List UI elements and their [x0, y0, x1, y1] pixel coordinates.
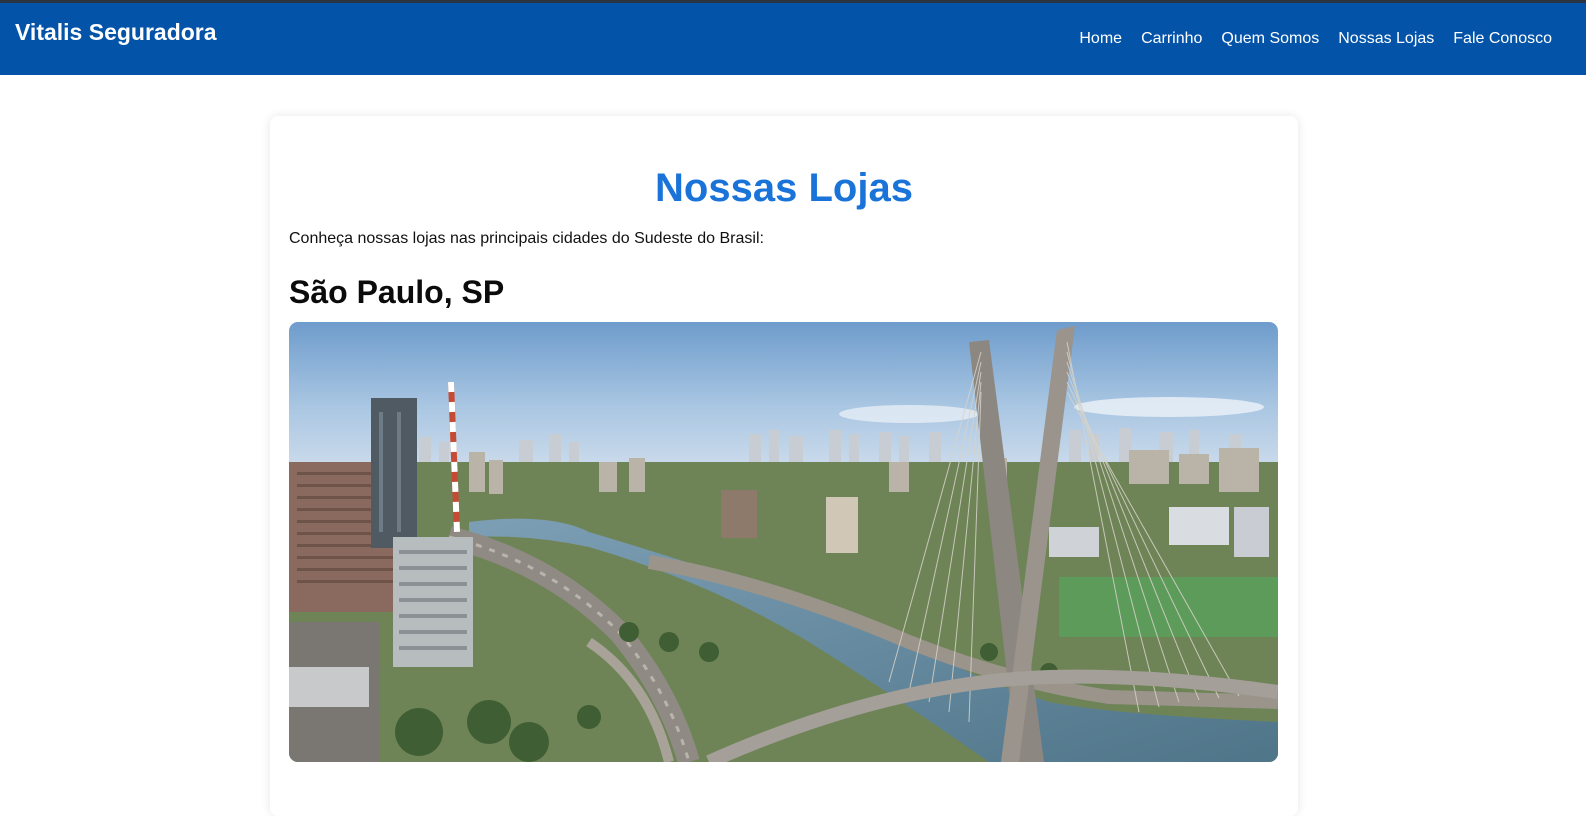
brand-logo[interactable]: Vitalis Seguradora	[15, 19, 217, 46]
nav-link-quem-somos[interactable]: Quem Somos	[1221, 30, 1319, 48]
nav-link-fale-conosco[interactable]: Fale Conosco	[1453, 30, 1552, 48]
navbar: Vitalis Seguradora Home Carrinho Quem So…	[0, 3, 1586, 75]
main-nav: Home Carrinho Quem Somos Nossas Lojas Fa…	[1079, 30, 1552, 48]
nav-link-nossas-lojas[interactable]: Nossas Lojas	[1338, 30, 1434, 48]
stores-card: Nossas Lojas Conheça nossas lojas nas pr…	[270, 116, 1298, 816]
nav-link-carrinho[interactable]: Carrinho	[1141, 30, 1202, 48]
sao-paulo-city-photo	[289, 322, 1278, 762]
intro-text: Conheça nossas lojas nas principais cida…	[289, 230, 764, 247]
page-title: Nossas Lojas	[655, 166, 913, 210]
city-photo-illustration	[289, 322, 1278, 762]
store-city-title: São Paulo, SP	[289, 274, 505, 310]
nav-link-home[interactable]: Home	[1079, 30, 1122, 48]
